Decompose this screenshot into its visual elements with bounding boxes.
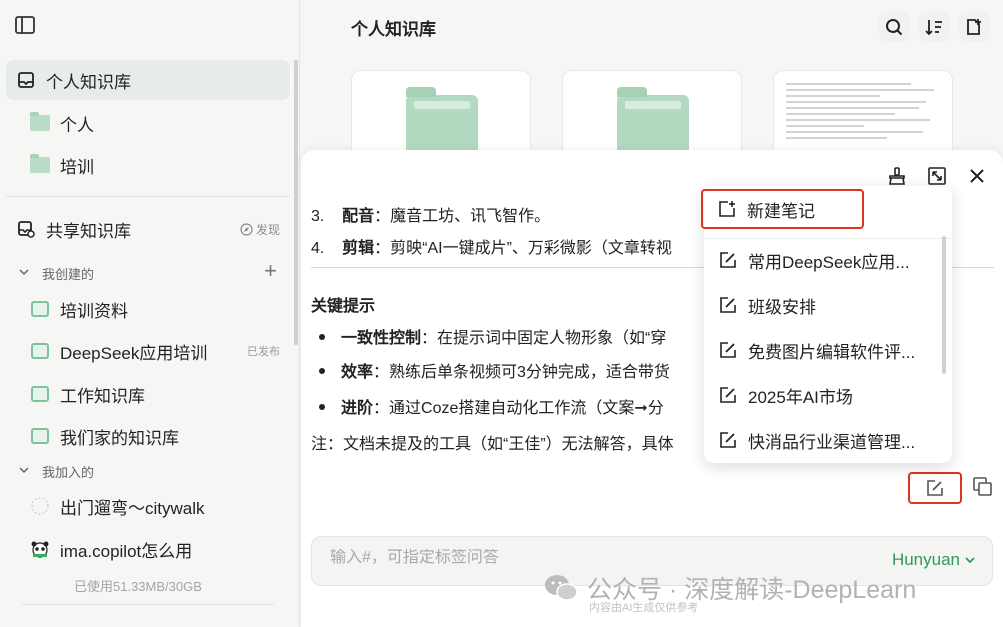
page-title: 个人知识库 <box>351 20 436 39</box>
chevron-down-icon <box>18 266 30 281</box>
sidebar-kb-item[interactable]: DeepSeek应用培训 已发布 <box>6 331 290 371</box>
knowledge-base-icon <box>30 341 50 361</box>
add-to-note-button[interactable] <box>908 472 962 504</box>
popup-scrollbar[interactable] <box>942 236 946 374</box>
sidebar-bottom-divider <box>22 604 274 605</box>
sidebar-joined-item[interactable]: ima.copilot怎么用 <box>6 529 290 569</box>
sidebar-kb-item[interactable]: 培训资料 <box>6 289 290 329</box>
sidebar-kb-item[interactable]: 我们家的知识库 <box>6 416 290 456</box>
knowledge-base-icon <box>30 384 50 404</box>
new-note-button[interactable]: 新建笔记 <box>701 189 864 229</box>
list-item: 4. 剪辑：剪映“AI一键成片”、万彩微影（文章转视 <box>311 240 672 257</box>
discover-link[interactable]: 发现 <box>240 221 280 238</box>
note-popup-menu: 新建笔记 常用DeepSeek应用... 班级安排 免费图片编辑软件评... 2… <box>701 186 952 463</box>
new-note-icon <box>717 199 737 219</box>
group-created[interactable]: 我创建的 <box>18 264 94 283</box>
note-edit-icon <box>927 480 943 496</box>
model-selector[interactable]: Hunyuan <box>892 550 976 570</box>
published-badge: 已发布 <box>247 346 280 358</box>
list-item: 一致性控制：在提示词中固定人物形象（如“穿 <box>311 324 666 348</box>
note-list-item[interactable]: 免费图片编辑软件评... <box>718 335 938 365</box>
wechat-icon <box>545 575 578 601</box>
list-item: 效率：熟练后单条视频可3分钟完成，适合带货 <box>311 358 670 382</box>
note-edit-icon <box>718 385 738 405</box>
sidebar-item-label: 个人知识库 <box>46 72 131 92</box>
compass-icon <box>240 222 253 236</box>
folder-icon <box>30 112 50 133</box>
folder-icon <box>406 87 478 155</box>
folder-icon <box>617 87 689 155</box>
sort-icon[interactable] <box>919 12 949 42</box>
add-kb-plus-icon[interactable]: + <box>264 258 277 284</box>
sidebar-divider <box>6 196 290 197</box>
note-edit-icon <box>718 250 738 270</box>
popup-divider <box>704 238 952 239</box>
sidebar-folder-training[interactable]: 培训 <box>6 145 290 185</box>
note-edit-icon <box>718 430 738 450</box>
top-toolbar <box>879 12 989 42</box>
group-joined[interactable]: 我加入的 <box>18 462 94 481</box>
note-text: 注：文档未提及的工具（如“王佳”）无法解答，具体 <box>311 436 674 453</box>
folder-icon <box>30 154 50 175</box>
section-heading: 关键提示 <box>311 298 376 315</box>
sidebar-toggle-icon[interactable] <box>14 14 36 36</box>
note-edit-icon <box>718 295 738 315</box>
storage-usage: 已使用51.33MB/30GB <box>74 579 202 594</box>
sidebar-scrollbar[interactable] <box>294 60 298 345</box>
list-item: 3. 配音：魔音工坊、讯飞智作。 <box>311 208 551 225</box>
knowledge-base-icon <box>30 299 50 319</box>
sidebar-joined-item[interactable]: 出门遛弯～citywalk <box>6 486 290 526</box>
sidebar-folder-personal[interactable]: 个人 <box>6 103 290 143</box>
copy-icon[interactable] <box>971 475 993 497</box>
sidebar-item-personal-kb[interactable]: 个人知识库 <box>6 60 290 100</box>
add-file-icon[interactable] <box>959 12 989 42</box>
sidebar: 个人知识库 个人 培训 共享知识库 发现 我创建的 + 培训资料 DeepSee… <box>0 0 300 627</box>
sidebar-kb-item[interactable]: 工作知识库 <box>6 374 290 414</box>
knowledge-base-icon <box>30 426 50 446</box>
panda-icon <box>30 539 50 559</box>
close-icon[interactable] <box>963 162 991 190</box>
ai-disclaimer: 内容由AI生成仅供参考 <box>589 602 699 614</box>
sidebar-item-label: 共享知识库 <box>46 221 131 241</box>
note-list-item[interactable]: 2025年AI市场 <box>718 380 938 410</box>
search-icon[interactable] <box>879 12 909 42</box>
note-edit-icon <box>718 340 738 360</box>
sidebar-item-shared-kb[interactable]: 共享知识库 发现 <box>6 209 290 249</box>
chevron-down-icon <box>18 464 30 479</box>
sidebar-item-label: 个人 <box>60 115 94 135</box>
note-list-item[interactable]: 班级安排 <box>718 290 938 320</box>
personal-kb-icon <box>16 70 36 90</box>
list-item: 进阶：通过Coze搭建自动化工作流（文案➞分 <box>311 394 664 418</box>
question-input[interactable] <box>330 549 830 567</box>
chevron-down-icon <box>965 557 975 564</box>
note-list-item[interactable]: 快消品行业渠道管理... <box>718 425 938 455</box>
dotted-avatar-icon <box>30 496 50 516</box>
sidebar-item-label: 培训 <box>60 157 94 177</box>
shared-kb-icon <box>16 219 36 239</box>
note-list-item[interactable]: 常用DeepSeek应用... <box>718 245 938 275</box>
